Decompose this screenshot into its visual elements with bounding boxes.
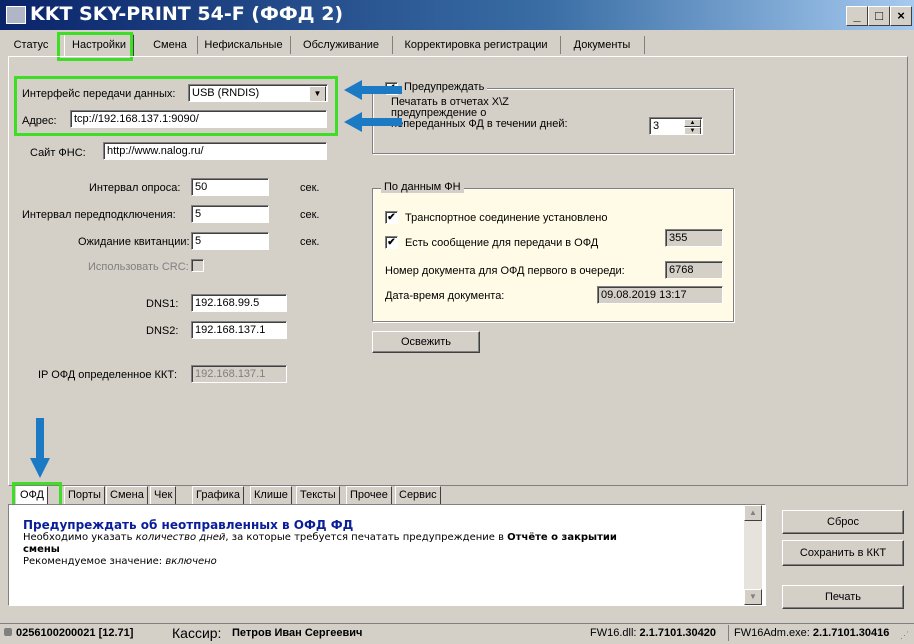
help-line1-d: Отчёте о закрытии: [507, 532, 617, 543]
poll-interval-label: Интервал опроса:: [89, 182, 181, 194]
tab-documents[interactable]: Документы: [560, 36, 645, 54]
message-checkbox: ✔: [385, 236, 398, 249]
transport-label: Транспортное соединение установлено: [405, 212, 608, 224]
bottom-tab-other[interactable]: Прочее: [346, 486, 392, 505]
use-crc-label: Использовать CRC:: [88, 261, 189, 273]
message-count: 355: [665, 229, 723, 247]
close-button[interactable]: ×: [890, 6, 912, 26]
help-line1-c: , за которые требуется печатать предупре…: [225, 532, 508, 543]
reset-button[interactable]: Сброс: [782, 510, 904, 534]
doc-date-label: Дата-время документа:: [385, 290, 505, 302]
window-title: KKT SKY-PRINT 54-F (ФФД 2): [30, 3, 344, 25]
reconnect-input[interactable]: 5: [191, 205, 269, 223]
reconnect-unit: сек.: [300, 209, 320, 221]
help-title: Предупреждать об неотправленных в ОФД ФД: [23, 518, 354, 532]
device-icon: [4, 628, 12, 636]
fn-data-group: По данным ФН ✔ Транспортное соединение у…: [372, 181, 734, 322]
fw-exe-version-text: FW16Adm.exe: 2.1.7101.30416: [734, 627, 889, 639]
tab-service[interactable]: Обслуживание: [290, 36, 393, 54]
poll-interval-input[interactable]: 50: [191, 178, 269, 196]
dns1-input[interactable]: 192.168.99.5: [191, 294, 287, 312]
bottom-tab-cliche[interactable]: Клише: [250, 486, 292, 505]
help-line1: Необходимо указать количество дней, за к…: [23, 532, 743, 544]
scroll-up-icon[interactable]: ▲: [744, 505, 762, 521]
warn-days-value: 3: [653, 120, 660, 132]
message-label: Есть сообщение для передачи в ОФД: [405, 237, 599, 249]
help-line3-b: включено: [165, 556, 217, 567]
status-divider: [728, 625, 729, 641]
fw-dll-version-text: FW16.dll: 2.1.7101.30420: [590, 627, 716, 639]
help-panel: Предупреждать об неотправленных в ОФД ФД…: [8, 504, 766, 606]
help-line2: смены: [23, 544, 60, 555]
dns2-input[interactable]: 192.168.137.1: [191, 321, 287, 339]
spin-down-icon[interactable]: ▼: [684, 127, 701, 134]
tab-nonfiscal[interactable]: Нефискальные: [197, 36, 291, 54]
fw-dll-version: 2.1.7101.30420: [639, 627, 716, 639]
top-tab-bar: Статус Настройки Смена Нефискальные Обсл…: [0, 34, 914, 57]
arrow-pointer-icon: [344, 80, 402, 132]
save-to-kkt-button[interactable]: Сохранить в ККТ: [782, 540, 904, 566]
minimize-button[interactable]: _: [846, 6, 868, 26]
status-bar: 0256100200021 [12.71] Кассир: Петров Ива…: [0, 623, 914, 644]
doc-num-value: 6768: [665, 261, 723, 279]
fns-site-label: Сайт ФНС:: [30, 147, 86, 159]
help-line1-b: количество дней: [135, 532, 226, 543]
transport-checkbox: ✔: [385, 211, 398, 224]
fw-exe-label: FW16Adm.exe:: [734, 627, 810, 639]
maximize-button[interactable]: □: [868, 6, 890, 26]
help-scrollbar[interactable]: ▲ ▼: [744, 505, 762, 605]
title-bar: KKT SKY-PRINT 54-F (ФФД 2) _ □ ×: [0, 0, 914, 30]
app-icon: [6, 6, 26, 24]
scroll-down-icon[interactable]: ▼: [744, 589, 762, 605]
bottom-tab-shift[interactable]: Смена: [106, 486, 148, 505]
ofd-ip-label: IP ОФД определенное ККТ:: [38, 369, 178, 381]
tab-status[interactable]: Статус: [4, 36, 59, 54]
bottom-tab-graphics[interactable]: Графика: [192, 486, 244, 505]
use-crc-checkbox[interactable]: [191, 259, 204, 272]
doc-date-value: 09.08.2019 13:17: [597, 286, 723, 304]
warn-days-spinner[interactable]: 3 ▲ ▼: [649, 117, 703, 135]
dns2-label: DNS2:: [146, 325, 179, 337]
warn-group: ✔ Предупреждать Печатать в отчетах Х\Z п…: [372, 81, 734, 154]
poll-interval-unit: сек.: [300, 182, 320, 194]
tab-shift[interactable]: Смена: [143, 36, 198, 54]
bottom-tab-ports[interactable]: Порты: [64, 486, 105, 505]
fn-group-title: По данным ФН: [381, 181, 464, 193]
fw-dll-label: FW16.dll:: [590, 627, 637, 639]
device-info: 0256100200021 [12.71]: [16, 627, 134, 639]
bottom-tab-service[interactable]: Сервис: [395, 486, 441, 505]
fw-exe-version: 2.1.7101.30416: [812, 627, 890, 639]
receipt-wait-input[interactable]: 5: [191, 232, 269, 250]
reconnect-label: Интервал передподключения:: [22, 209, 176, 221]
help-line3: Рекомендуемое значение: включено: [23, 556, 743, 568]
fns-site-input[interactable]: http://www.nalog.ru/: [103, 142, 327, 160]
doc-num-label: Номер документа для ОФД первого в очеред…: [385, 265, 625, 277]
arrow-down-icon: [30, 418, 50, 478]
warn-text: Печатать в отчетах Х\Z предупреждение о …: [391, 97, 568, 130]
receipt-wait-unit: сек.: [300, 236, 320, 248]
highlight-connection-fields: [14, 76, 338, 136]
help-line1-a: Необходимо указать: [23, 532, 136, 543]
spin-up-icon[interactable]: ▲: [684, 119, 701, 127]
dns1-label: DNS1:: [146, 298, 179, 310]
refresh-button[interactable]: Освежить: [372, 331, 480, 353]
help-line3-a: Рекомендуемое значение:: [23, 556, 166, 567]
resize-grip-icon[interactable]: ⋰: [900, 630, 909, 641]
bottom-tab-check[interactable]: Чек: [150, 486, 177, 505]
receipt-wait-label: Ожидание квитанции:: [78, 236, 190, 248]
tab-registration-correction[interactable]: Корректировка регистрации: [392, 36, 561, 54]
bottom-tab-texts[interactable]: Тексты: [296, 486, 340, 505]
cashier-label: Кассир:: [172, 625, 222, 641]
ofd-ip-input: 192.168.137.1: [191, 365, 287, 383]
warn-group-title: Предупреждать: [401, 81, 488, 93]
cashier-name: Петров Иван Сергеевич: [232, 627, 363, 639]
print-button[interactable]: Печать: [782, 585, 904, 609]
warn-text-line3: непереданных ФД в течении дней:: [391, 118, 568, 130]
